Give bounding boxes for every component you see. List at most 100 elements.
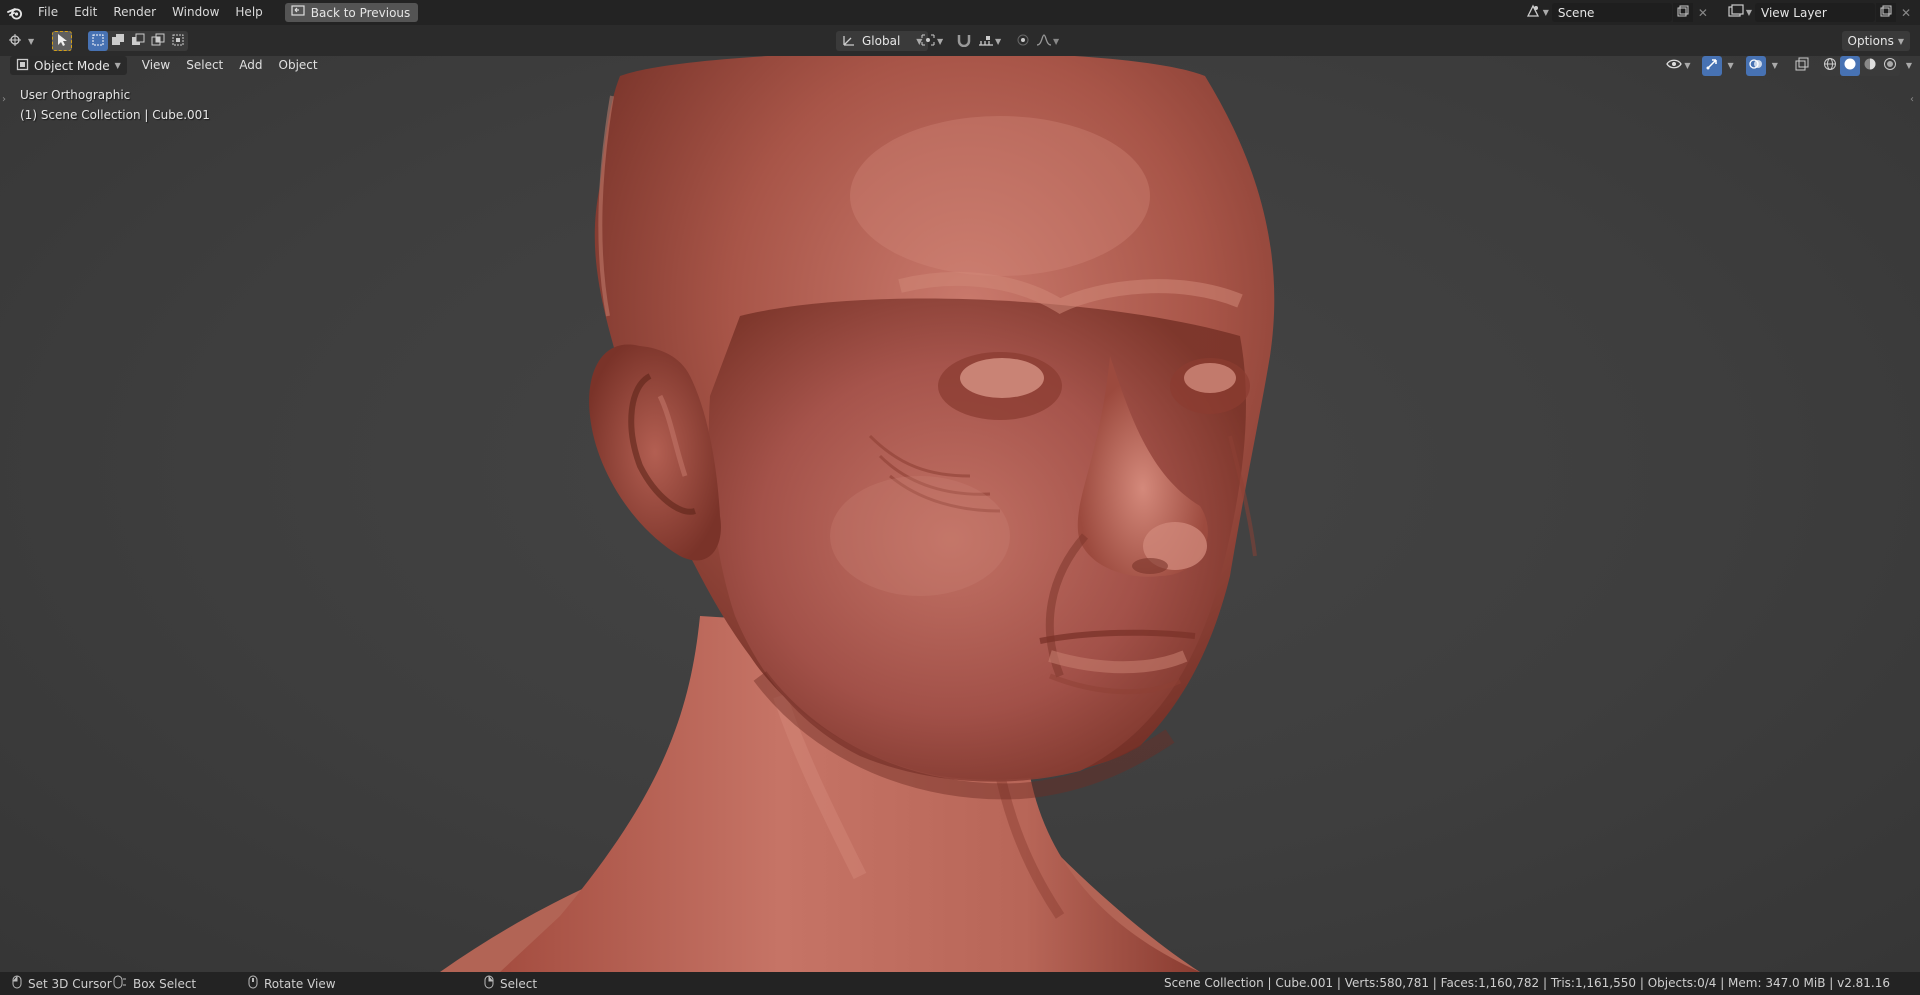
chevron-down-icon[interactable]: ▼ [1728, 61, 1734, 70]
object-mode-icon [16, 58, 29, 74]
viewport-menu-add[interactable]: Add [232, 56, 269, 75]
back-to-previous-button[interactable]: Back to Previous [284, 3, 419, 22]
scene-icon [1525, 4, 1541, 21]
sidebar-expand-arrow-icon[interactable]: ‹ [1910, 94, 1918, 108]
scene-browse-dropdown[interactable]: ▼ [1522, 3, 1552, 22]
material-sphere-icon [1863, 57, 1877, 74]
chevron-down-icon: ▼ [28, 36, 35, 46]
orientation-global-icon [842, 33, 856, 50]
blender-logo-icon[interactable] [0, 0, 30, 25]
scene-name-field[interactable]: Scene [1551, 3, 1672, 22]
menu-render[interactable]: Render [105, 0, 164, 25]
chevron-down-icon: ▼ [1745, 8, 1752, 17]
mouse-right-icon [484, 975, 494, 992]
select-new-icon [91, 33, 105, 50]
proportional-edit-icon [1016, 33, 1030, 50]
box-select-mode-button[interactable] [88, 31, 108, 51]
show-gizmo-toggle[interactable] [1701, 56, 1722, 76]
falloff-curve-icon [1036, 33, 1052, 50]
solid-sphere-icon [1843, 57, 1857, 74]
close-icon: ✕ [1900, 5, 1912, 20]
chevron-down-icon: ▼ [114, 61, 121, 70]
delete-view-layer-button[interactable]: ✕ [1896, 3, 1916, 22]
3d-viewport-icon [8, 33, 26, 50]
show-overlays-toggle[interactable] [1745, 56, 1766, 76]
select-extend-button[interactable] [108, 31, 128, 51]
transform-orientation-dropdown[interactable]: Global ▼ [836, 31, 929, 51]
chevron-down-icon[interactable]: ▼ [1772, 61, 1778, 70]
shading-mode-group [1819, 56, 1900, 76]
options-dropdown[interactable]: Options ▼ [1841, 31, 1910, 51]
chevron-down-icon: ▼ [1542, 8, 1549, 17]
scene-name: Scene [1557, 5, 1595, 20]
snap-increment-icon [978, 33, 994, 50]
menu-edit[interactable]: Edit [66, 0, 105, 25]
editor-type-dropdown[interactable]: ▼ [8, 31, 34, 51]
mouse-left-icon [12, 975, 22, 992]
view-layer-field[interactable]: View Layer [1755, 3, 1875, 22]
back-to-previous-label: Back to Previous [310, 5, 411, 20]
chevron-down-icon: ▼ [1897, 36, 1904, 46]
view-name-label: User Orthographic [20, 88, 131, 102]
status-bar: Set 3D Cursor Box Select Rotate View Sel… [0, 972, 1920, 995]
proportional-editing-toggle[interactable] [1016, 31, 1030, 51]
options-label: Options [1847, 34, 1894, 48]
pivot-point-dropdown[interactable]: ▼ [920, 31, 943, 51]
object-mode-dropdown[interactable]: Object Mode ▼ [10, 56, 127, 75]
status-set-3d-cursor: Set 3D Cursor [28, 976, 112, 991]
chevron-down-icon[interactable]: ▼ [1906, 61, 1912, 70]
wireframe-sphere-icon [1823, 57, 1837, 74]
chevron-down-icon: ▼ [995, 36, 1002, 46]
new-view-layer-button[interactable] [1876, 3, 1896, 22]
view-layer-icon [1728, 4, 1744, 21]
select-extend-icon [111, 33, 125, 50]
close-icon: ✕ [1697, 5, 1708, 20]
viewport-menu-object[interactable]: Object [272, 56, 325, 75]
sculpt-head-model [440, 56, 1275, 972]
collection-info-label: (1) Scene Collection | Cube.001 [20, 108, 210, 122]
scene-statistics: Scene Collection | Cube.001 | Verts:580,… [1163, 976, 1890, 990]
snap-element-dropdown[interactable]: ▼ [978, 31, 1001, 51]
menu-file[interactable]: File [30, 0, 66, 25]
new-scene-button[interactable] [1672, 3, 1693, 22]
select-subtract-icon [131, 33, 145, 50]
chevron-down-icon: ▼ [937, 36, 944, 46]
magnet-icon [956, 33, 972, 50]
cursor-arrow-icon [56, 33, 68, 50]
xray-toggle[interactable] [1792, 56, 1812, 76]
material-shading-button[interactable] [1860, 56, 1880, 76]
duplicate-icon [1677, 5, 1689, 20]
mouse-drag-icon [113, 975, 127, 992]
snap-toggle[interactable] [956, 31, 972, 51]
proportional-falloff-dropdown[interactable]: ▼ [1036, 31, 1059, 51]
tool-header: ▼ Global ▼ ▼ ▼ ▼ Options ▼ [0, 25, 1920, 56]
object-visibility-dropdown[interactable]: ▼ [1663, 56, 1693, 75]
solid-shading-button[interactable] [1839, 56, 1860, 76]
rendered-shading-button[interactable] [1880, 56, 1900, 76]
menu-help[interactable]: Help [227, 0, 270, 25]
select-difference-button[interactable] [148, 31, 168, 51]
gizmo-icon [1705, 57, 1719, 74]
view-layer-browse-dropdown[interactable]: ▼ [1725, 3, 1755, 22]
chevron-down-icon: ▼ [1684, 61, 1691, 70]
select-tool-button[interactable] [52, 31, 72, 51]
status-rotate-view: Rotate View [264, 976, 336, 991]
menu-window[interactable]: Window [164, 0, 227, 25]
eye-icon [1666, 58, 1683, 73]
xray-icon [1795, 57, 1809, 74]
selection-mode-group [88, 31, 188, 51]
topbar-right: ▼ Scene ✕ ▼ View Layer ✕ [1522, 0, 1920, 25]
screen-back-icon [291, 5, 305, 20]
viewport-menu-view[interactable]: View [135, 56, 177, 75]
transform-orientation-value: Global [862, 34, 901, 48]
select-intersect-button[interactable] [168, 31, 188, 51]
top-bar: File Edit Render Window Help Back to Pre… [0, 0, 1920, 25]
select-subtract-button[interactable] [128, 31, 148, 51]
object-mode-label: Object Mode [34, 58, 110, 73]
3d-viewport[interactable]: Object Mode ▼ View Select Add Object ▼ ▼… [0, 56, 1920, 972]
rendered-sphere-icon [1883, 57, 1897, 74]
toolbar-expand-arrow-icon[interactable]: › [2, 94, 10, 108]
viewport-menu-select[interactable]: Select [179, 56, 230, 75]
wireframe-shading-button[interactable] [1820, 56, 1840, 76]
delete-scene-button[interactable]: ✕ [1693, 3, 1713, 22]
